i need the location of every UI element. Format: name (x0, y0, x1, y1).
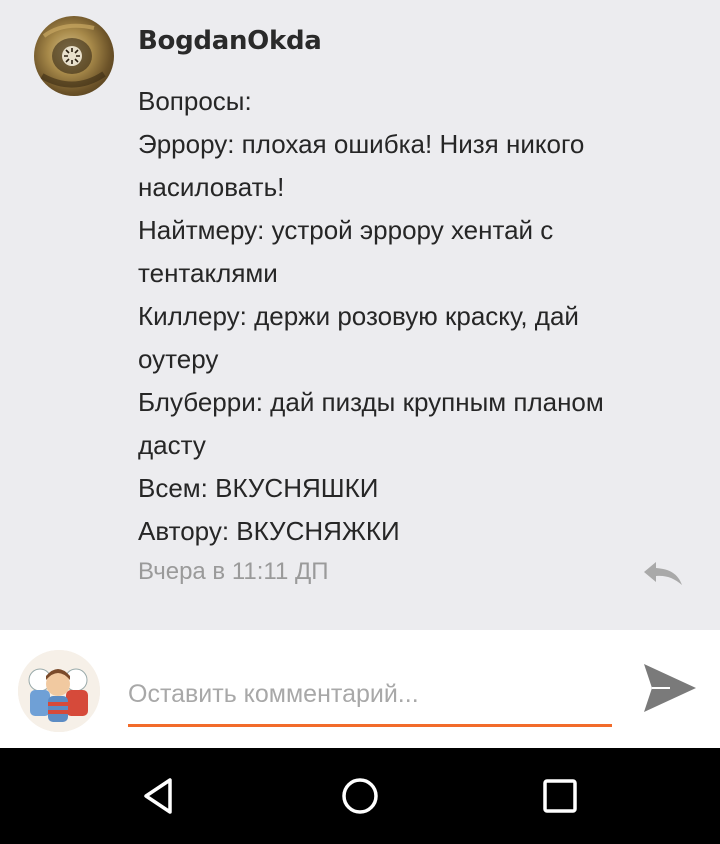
comment-body: Вопросы: Эррору: плохая ошибка! Низя ник… (138, 80, 678, 553)
comment-input-bar (0, 630, 720, 748)
comment-line: Всем: ВКУСНЯШКИ (138, 473, 379, 503)
comment-timestamp: Вчера в 11:11 ДП (138, 558, 329, 585)
author-avatar[interactable] (34, 16, 114, 96)
current-user-avatar (18, 650, 100, 732)
screen: BogdanOkda Вопросы: Эррору: плохая ошибк… (0, 0, 720, 844)
avatar-image (40, 23, 106, 88)
comment-card: BogdanOkda Вопросы: Эррору: плохая ошибк… (0, 0, 720, 630)
nav-back-button[interactable] (136, 772, 184, 820)
user-avatar-image (18, 650, 100, 732)
system-nav-bar (0, 748, 720, 844)
comment-line: Блуберри: дай пизды крупным планом (138, 387, 604, 417)
nav-recent-button[interactable] (536, 772, 584, 820)
comment-line: Вопросы: (138, 86, 252, 116)
home-circle-icon (342, 778, 378, 814)
comment-line: оутеру (138, 344, 219, 374)
comment-line: Найтмеру: устрой эррору хентай с (138, 215, 554, 245)
comment-line: тентаклями (138, 258, 278, 288)
reply-arrow-icon (644, 562, 682, 585)
back-triangle-icon (144, 778, 172, 814)
nav-home-button[interactable] (336, 772, 384, 820)
comment-input[interactable] (128, 664, 612, 727)
send-icon (644, 664, 696, 712)
comment-line: Автору: ВКУСНЯЖКИ (138, 516, 400, 546)
comment-line: Эррору: плохая ошибка! Низя никого (138, 129, 585, 159)
reply-button[interactable] (640, 558, 686, 588)
recent-square-icon (543, 779, 577, 813)
comment-line: дасту (138, 430, 206, 460)
comment-line: Киллеру: держи розовую краску, дай (138, 301, 579, 331)
comment-line: насиловать! (138, 172, 285, 202)
author-name[interactable]: BogdanOkda (138, 26, 322, 56)
send-button[interactable] (640, 658, 700, 718)
